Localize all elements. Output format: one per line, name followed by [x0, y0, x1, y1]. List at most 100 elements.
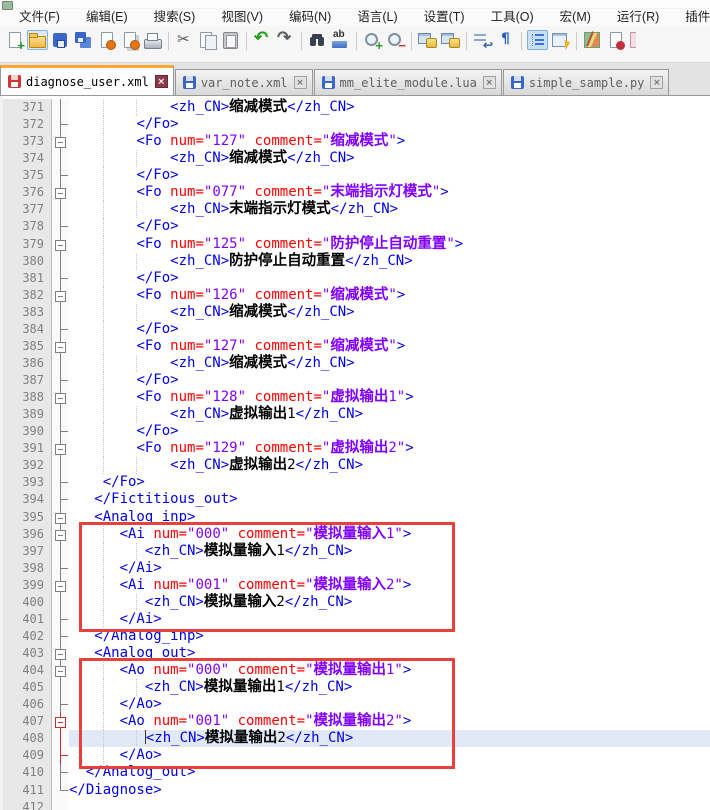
code-text[interactable]: <zh_CN>模拟量输入1</zh_CN> — [69, 543, 710, 560]
fold-collapse-icon[interactable] — [52, 577, 69, 594]
fold-collapse-icon[interactable] — [52, 713, 69, 730]
save-all-icon[interactable] — [73, 30, 94, 50]
tab-simple_sample.py[interactable]: simple_sample.py× — [503, 69, 670, 95]
close-tab-icon[interactable]: × — [650, 76, 663, 89]
editor[interactable]: 371<zh_CN>缩减模式</zh_CN>372</Fo>373<Fo num… — [0, 96, 710, 810]
close-icon[interactable] — [96, 30, 117, 50]
menu-item-9[interactable]: 运行(R) — [604, 9, 672, 26]
function-list-icon[interactable] — [550, 30, 571, 50]
partial-icon[interactable] — [628, 30, 636, 50]
find-icon[interactable] — [307, 30, 328, 50]
zoom-out-icon[interactable] — [385, 30, 406, 50]
menu-item-10[interactable]: 插件(P) — [672, 9, 710, 26]
code-text[interactable]: </Fo> — [69, 167, 710, 184]
close-tab-icon[interactable]: × — [294, 76, 307, 89]
redo-icon[interactable] — [275, 30, 296, 50]
tab-mm_elite_module.lua[interactable]: mm_elite_module.lua× — [314, 69, 502, 95]
show-all-characters-icon[interactable] — [495, 30, 516, 50]
menu-item-3[interactable]: 视图(V) — [208, 9, 276, 26]
code-text[interactable]: <zh_CN>缩减模式</zh_CN> — [69, 355, 710, 372]
code-area[interactable]: 371<zh_CN>缩减模式</zh_CN>372</Fo>373<Fo num… — [3, 96, 710, 810]
close-all-icon[interactable] — [119, 30, 140, 50]
code-text[interactable]: <Fo num="127" comment="缩减模式"> — [69, 133, 710, 150]
code-text[interactable]: </Analog_inp> — [69, 628, 710, 645]
sync-scroll-vertical-icon[interactable] — [417, 30, 438, 50]
zoom-in-icon[interactable] — [362, 30, 383, 50]
code-text[interactable]: </Fo> — [69, 321, 710, 338]
fold-collapse-icon[interactable] — [52, 133, 69, 150]
code-text[interactable]: <Ao num="000" comment="模拟量输出1"> — [69, 662, 710, 679]
indent-guide-icon[interactable] — [527, 30, 548, 50]
fold-collapse-icon[interactable] — [52, 526, 69, 543]
code-text[interactable]: <Ai num="000" comment="模拟量输入1"> — [69, 526, 710, 543]
menu-item-8[interactable]: 宏(M) — [547, 9, 604, 26]
tab-var_note.xml[interactable]: var_note.xml× — [175, 69, 313, 95]
code-text[interactable]: <Analog_out> — [69, 645, 710, 662]
code-text[interactable]: </Fictitious_out> — [69, 491, 710, 508]
code-text[interactable]: </Fo> — [69, 270, 710, 287]
code-text[interactable]: <Ai num="001" comment="模拟量输入2"> — [69, 577, 710, 594]
menu-item-6[interactable]: 设置(T) — [411, 9, 478, 26]
replace-icon[interactable] — [330, 30, 351, 50]
copy-icon[interactable] — [197, 30, 218, 50]
menu-item-2[interactable]: 搜索(S) — [141, 9, 209, 26]
code-text[interactable]: <Fo num="127" comment="缩减模式"> — [69, 338, 710, 355]
code-text[interactable]: <zh_CN>缩减模式</zh_CN> — [69, 150, 710, 167]
fold-collapse-icon[interactable] — [52, 509, 69, 526]
doc-switcher-icon[interactable] — [605, 30, 626, 50]
print-icon[interactable] — [142, 30, 163, 50]
open-file-icon[interactable] — [27, 30, 48, 50]
menu-item-4[interactable]: 编码(N) — [276, 9, 344, 26]
code-text[interactable]: <zh_CN>虚拟输出2</zh_CN> — [69, 457, 710, 474]
code-text[interactable]: <zh_CN>末端指示灯模式</zh_CN> — [69, 201, 710, 218]
menu-item-5[interactable]: 语言(L) — [344, 9, 410, 26]
tab-diagnose_user.xml[interactable]: diagnose_user.xml× — [0, 65, 174, 96]
paste-icon[interactable] — [220, 30, 241, 50]
word-wrap-icon[interactable] — [472, 30, 493, 50]
fold-collapse-icon[interactable] — [52, 389, 69, 406]
code-text[interactable]: <Fo num="126" comment="缩减模式"> — [69, 287, 710, 304]
fold-collapse-icon[interactable] — [52, 236, 69, 253]
fold-collapse-icon[interactable] — [52, 184, 69, 201]
menu-item-1[interactable]: 编辑(E) — [73, 9, 141, 26]
code-text[interactable]: </Fo> — [69, 218, 710, 235]
code-text[interactable]: <zh_CN>模拟量输出1</zh_CN> — [69, 679, 710, 696]
code-text[interactable]: <Fo num="125" comment="防护停止自动重置"> — [69, 236, 710, 253]
code-text[interactable]: <Analog_inp> — [69, 509, 710, 526]
close-tab-icon[interactable]: × — [483, 76, 496, 89]
fold-collapse-icon[interactable] — [52, 662, 69, 679]
code-text[interactable]: </Diagnose> — [69, 782, 710, 799]
code-text[interactable]: </Ao> — [69, 747, 710, 764]
code-text[interactable]: <zh_CN>缩减模式</zh_CN> — [69, 99, 710, 116]
close-tab-icon[interactable]: × — [155, 75, 168, 88]
save-icon[interactable] — [50, 30, 71, 50]
code-text[interactable]: </Fo> — [69, 474, 710, 491]
code-text[interactable]: <zh_CN>模拟量输入2</zh_CN> — [69, 594, 710, 611]
code-text[interactable]: </Analog_out> — [69, 764, 710, 781]
code-text[interactable]: <zh_CN>缩减模式</zh_CN> — [69, 304, 710, 321]
code-text[interactable]: <zh_CN>模拟量输出2</zh_CN> — [69, 730, 710, 747]
code-text[interactable]: </Ao> — [69, 696, 710, 713]
menu-item-0[interactable]: 文件(F) — [6, 9, 73, 26]
document-map-icon[interactable] — [582, 30, 603, 50]
fold-collapse-icon[interactable] — [52, 645, 69, 662]
new-file-icon[interactable] — [4, 30, 25, 50]
code-text[interactable]: <zh_CN>防护停止自动重置</zh_CN> — [69, 253, 710, 270]
code-text[interactable]: <Fo num="128" comment="虚拟输出1"> — [69, 389, 710, 406]
menu-item-7[interactable]: 工具(O) — [478, 9, 547, 26]
code-text[interactable]: <Fo num="077" comment="末端指示灯模式"> — [69, 184, 710, 201]
code-text[interactable]: </Ai> — [69, 611, 710, 628]
code-text[interactable]: </Fo> — [69, 372, 710, 389]
fold-collapse-icon[interactable] — [52, 338, 69, 355]
code-text[interactable]: </Fo> — [69, 116, 710, 133]
undo-icon[interactable] — [252, 30, 273, 50]
code-text[interactable]: <Fo num="129" comment="虚拟输出2"> — [69, 440, 710, 457]
code-text[interactable]: <Ao num="001" comment="模拟量输出2"> — [69, 713, 710, 730]
code-text[interactable] — [69, 799, 710, 810]
fold-collapse-icon[interactable] — [52, 440, 69, 457]
sync-scroll-horizontal-icon[interactable] — [440, 30, 461, 50]
fold-collapse-icon[interactable] — [52, 287, 69, 304]
cut-icon[interactable] — [174, 30, 195, 50]
code-text[interactable]: </Ai> — [69, 560, 710, 577]
code-text[interactable]: <zh_CN>虚拟输出1</zh_CN> — [69, 406, 710, 423]
